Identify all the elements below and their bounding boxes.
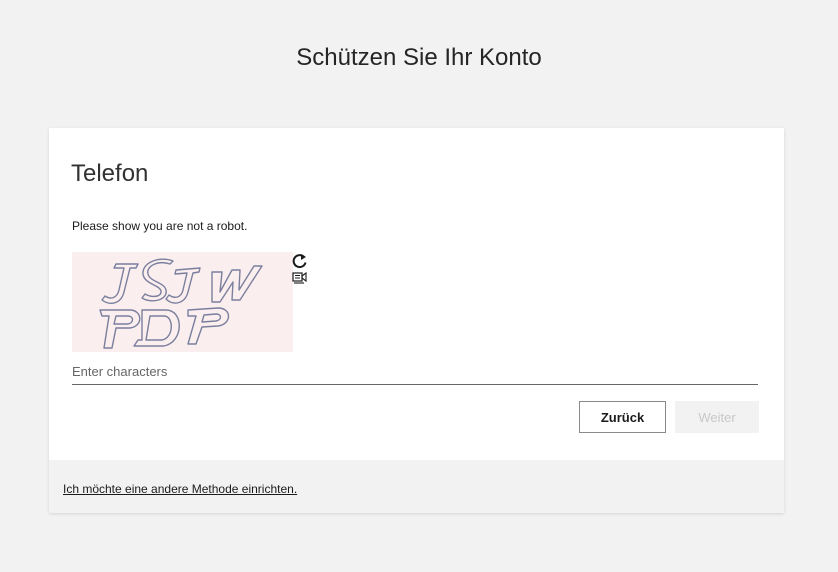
captcha-image <box>72 252 293 352</box>
audio-captcha-icon[interactable] <box>291 270 309 288</box>
captcha-actions <box>291 252 311 288</box>
captcha-distorted-text-graphic <box>99 258 263 349</box>
setup-card: Telefon Please show you are not a robot. <box>49 128 784 513</box>
next-button[interactable]: Weiter <box>675 401 759 433</box>
captcha-instruction: Please show you are not a robot. <box>72 219 248 233</box>
card-footer: Ich möchte eine andere Methode einrichte… <box>49 460 784 513</box>
page: Schützen Sie Ihr Konto Telefon Please sh… <box>0 0 838 572</box>
back-button[interactable]: Zurück <box>579 401 666 433</box>
captcha-input[interactable] <box>72 360 758 385</box>
alternate-method-link[interactable]: Ich möchte eine andere Methode einrichte… <box>63 482 297 496</box>
card-heading: Telefon <box>71 160 149 187</box>
refresh-icon[interactable] <box>291 252 309 270</box>
page-title: Schützen Sie Ihr Konto <box>296 44 542 71</box>
